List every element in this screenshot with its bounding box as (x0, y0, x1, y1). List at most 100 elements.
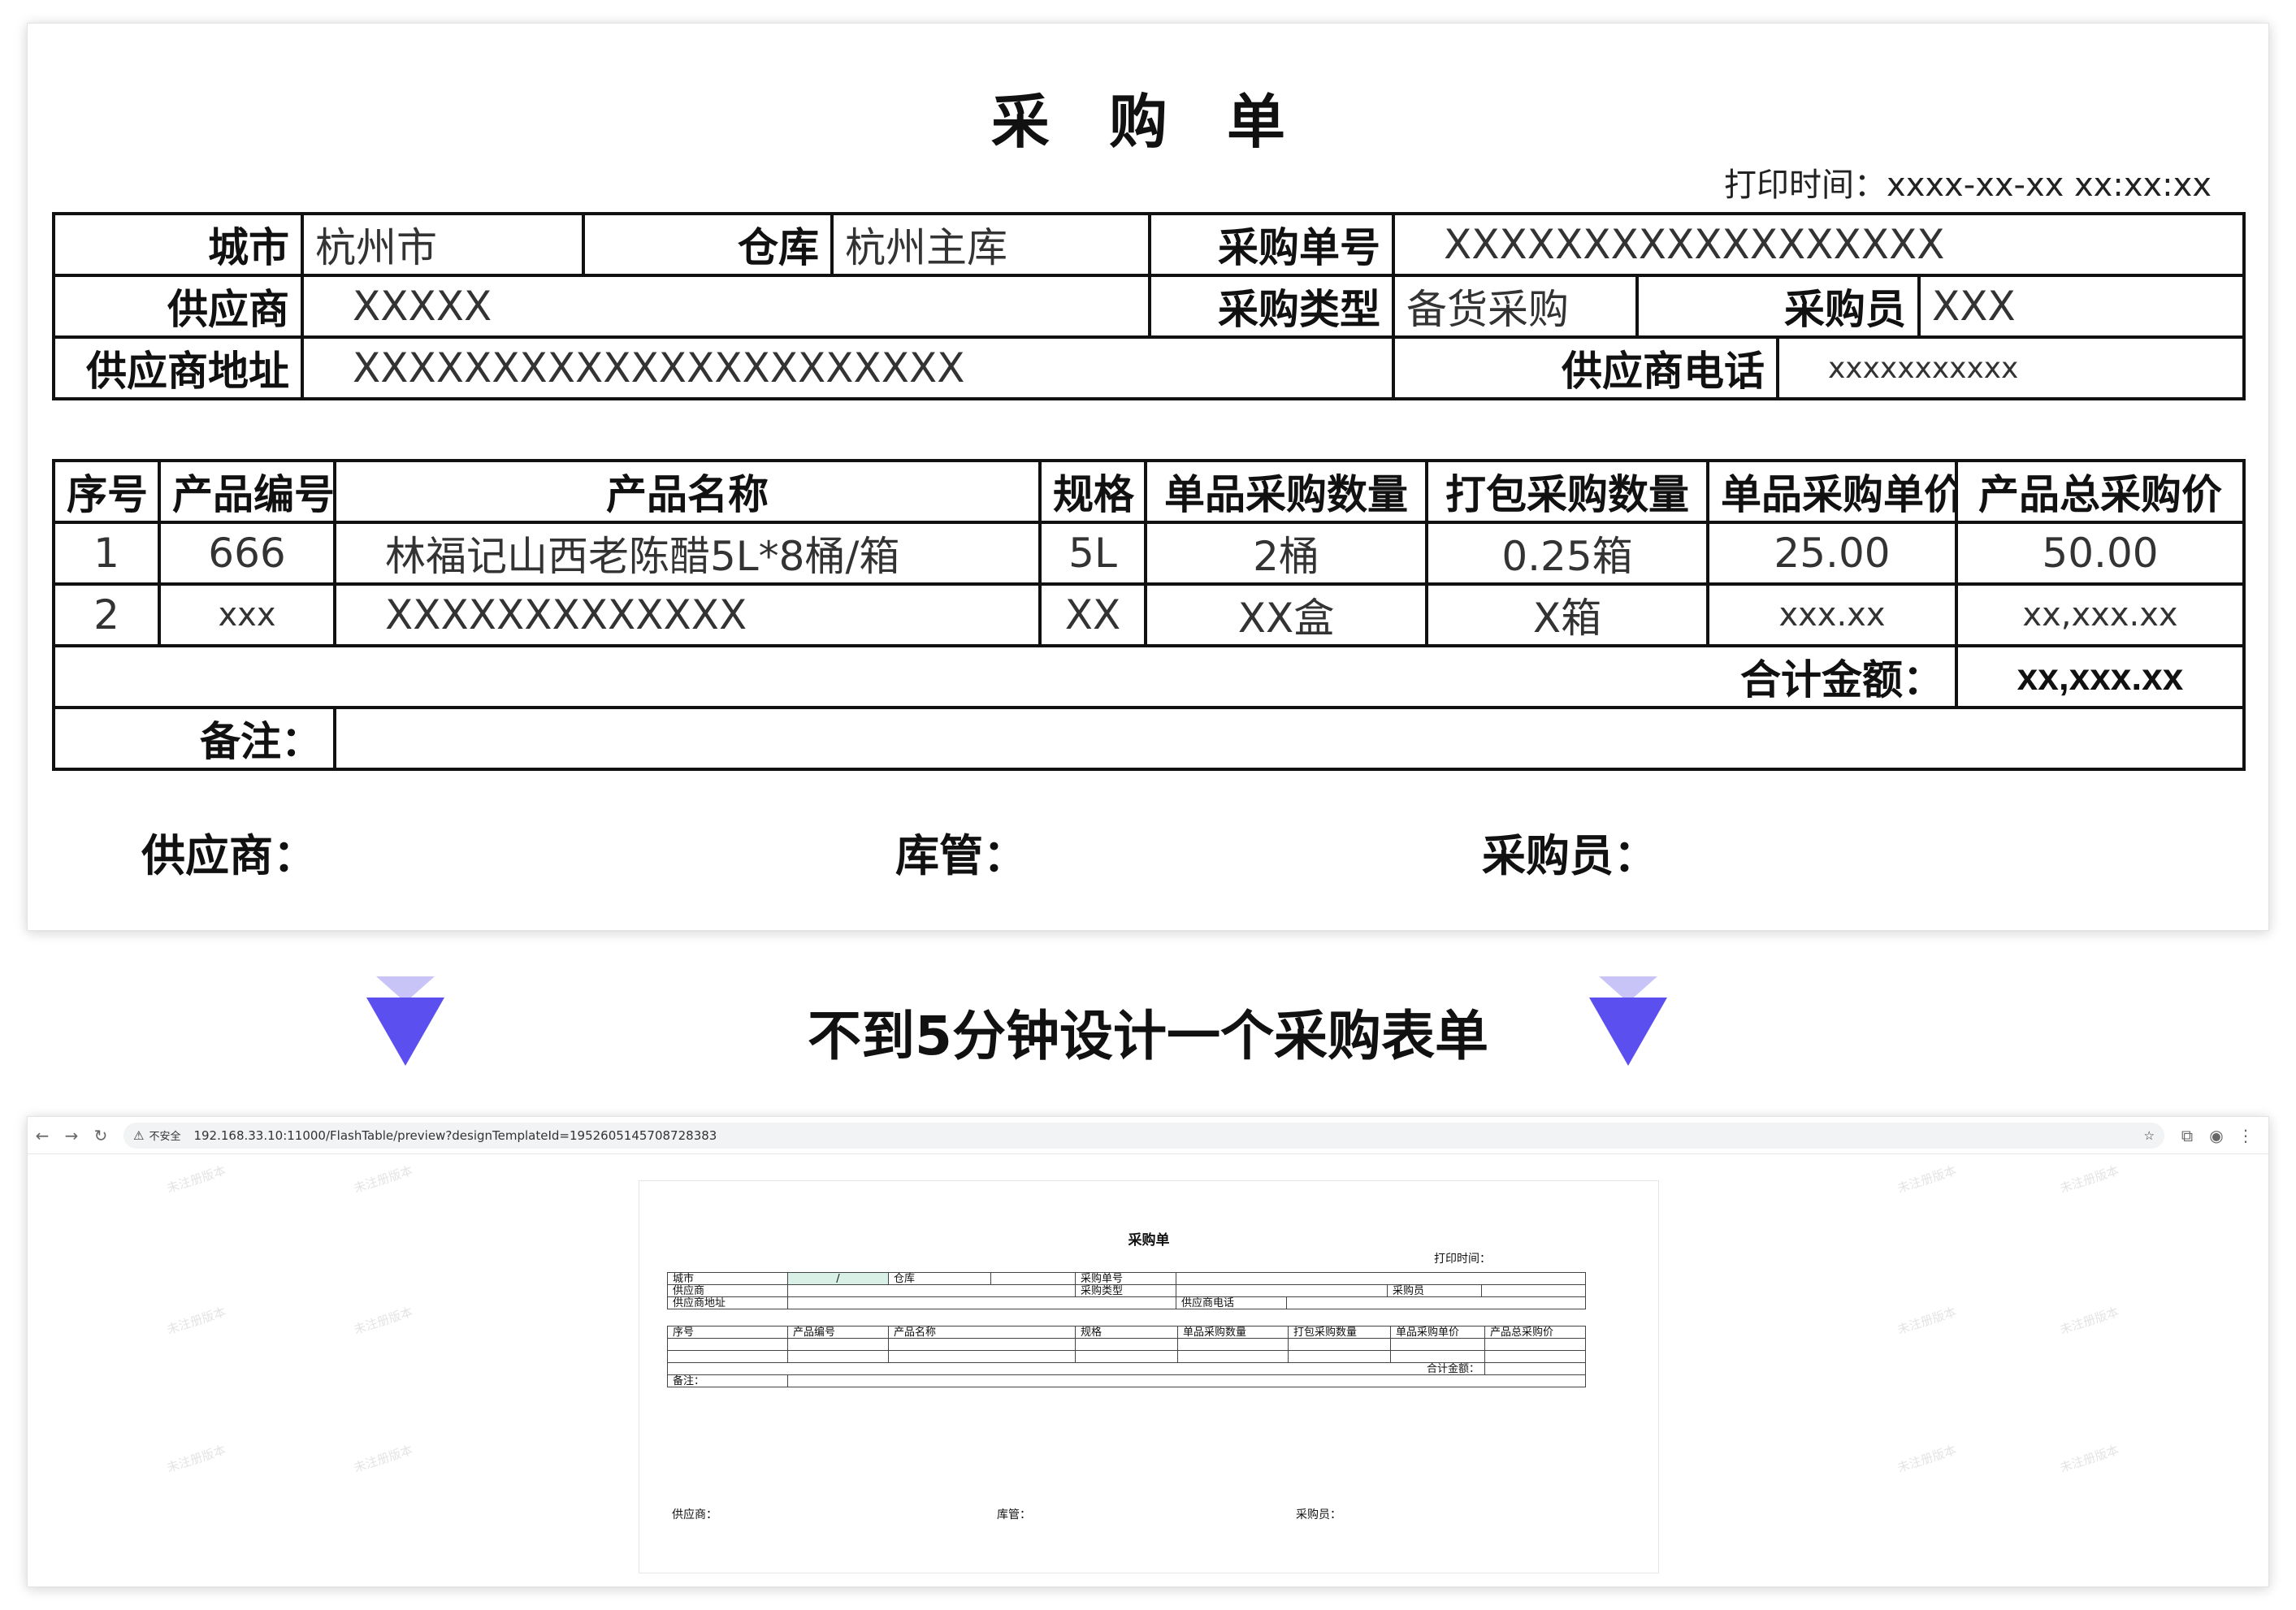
preview-title: 采购单 (1128, 1232, 1170, 1249)
row-cell: 1 (52, 521, 161, 586)
preview-cell[interactable] (990, 1272, 1076, 1285)
preview-sign-supplier: 供应商： (672, 1508, 717, 1521)
preview-col-header[interactable]: 产品名称 (888, 1326, 1076, 1339)
preview-cell[interactable] (787, 1374, 1586, 1387)
watermark: 未注册版本 (2058, 1442, 2121, 1476)
preview-cell[interactable] (787, 1296, 1176, 1309)
total-value: xx,xxx.xx (1955, 644, 2246, 709)
row-cell: 林福记山西老陈醋5L*8桶/箱 (333, 521, 1042, 586)
row-cell: X箱 (1425, 582, 1709, 647)
url-text[interactable]: 192.168.33.10:11000/FlashTable/preview?d… (193, 1128, 717, 1143)
preview-cell[interactable]: 采购员 (1387, 1284, 1482, 1297)
total-label: 合计金额： (52, 644, 1958, 709)
supplier-phone-value: xxxxxxxxxxx (1775, 335, 2246, 400)
preview-cell[interactable]: 供应商电话 (1176, 1296, 1287, 1309)
sign-buyer: 采购员： (1482, 830, 1657, 881)
purchase-order-form: 采 购 单 打印时间：xxxx-xx-xx xx:xx:xx 城市 杭州市 仓库… (27, 23, 2269, 931)
warehouse-label: 仓库 (582, 212, 834, 277)
preview-print-time: 打印时间： (1434, 1253, 1491, 1266)
row-cell: 2桶 (1144, 521, 1428, 586)
preview-col-header[interactable]: 打包采购数量 (1288, 1326, 1391, 1339)
preview-col-header[interactable]: 单品采购数量 (1177, 1326, 1289, 1339)
extensions-icon[interactable]: ⧉ (2173, 1126, 2202, 1145)
print-time: 打印时间：xxxx-xx-xx xx:xx:xx (1724, 167, 2212, 204)
preview-total-label[interactable]: 合计金额： (667, 1362, 1485, 1375)
preview-sheet: 采购单 打印时间： 城市 / 仓库 采购单号 供应商 采购类型 采购员 供应商地… (639, 1180, 1659, 1573)
preview-cell[interactable] (1176, 1272, 1586, 1285)
preview-cell[interactable]: 城市 (667, 1272, 788, 1285)
watermark: 未注册版本 (352, 1442, 415, 1476)
purchase-type-label: 采购类型 (1148, 274, 1395, 339)
row-cell: 25.00 (1706, 521, 1958, 586)
preview-col-header[interactable]: 规格 (1075, 1326, 1178, 1339)
row-cell: xxx.xx (1706, 582, 1958, 647)
header-table: 城市 杭州市 仓库 杭州主库 采购单号 XXXXXXXXXXXXXXXXXX 供… (52, 212, 2246, 400)
supplier-value: XXXXX (301, 274, 1151, 339)
warning-icon: ⚠ (133, 1127, 145, 1143)
back-icon[interactable]: ← (28, 1126, 57, 1145)
watermark: 未注册版本 (165, 1304, 228, 1338)
preview-remark-label[interactable]: 备注： (667, 1374, 788, 1387)
row-cell: 666 (158, 521, 336, 586)
watermark: 未注册版本 (2058, 1162, 2121, 1197)
sign-supplier: 供应商： (141, 830, 317, 881)
watermark: 未注册版本 (165, 1442, 228, 1476)
table-row: 2 xxx XXXXXXXXXXXXX XX XX盒 X箱 xxx.xx xx,… (52, 582, 2246, 647)
city-label: 城市 (52, 212, 304, 277)
preview-cell[interactable]: 供应商地址 (667, 1296, 788, 1309)
table-row: 1 666 林福记山西老陈醋5L*8桶/箱 5L 2桶 0.25箱 25.00 … (52, 521, 2246, 586)
row-cell: 0.25箱 (1425, 521, 1709, 586)
down-arrow-dark-icon (1589, 998, 1667, 1066)
row-cell: 50.00 (1955, 521, 2246, 586)
col-header: 产品编号 (158, 459, 336, 524)
preview-cell[interactable]: 采购单号 (1075, 1272, 1176, 1285)
preview-col-header[interactable]: 序号 (667, 1326, 788, 1339)
menu-icon[interactable]: ⋮ (2231, 1126, 2260, 1145)
preview-cell[interactable] (1484, 1362, 1586, 1375)
row-cell: XX (1038, 582, 1147, 647)
preview-cell[interactable]: 供应商 (667, 1284, 788, 1297)
row-cell: xxx (158, 582, 336, 647)
items-header-row: 序号 产品编号 产品名称 规格 单品采购数量 打包采购数量 单品采购单价 产品总… (52, 459, 2246, 524)
reload-icon[interactable]: ↻ (86, 1126, 115, 1145)
preview-cell[interactable] (787, 1284, 1076, 1297)
row-cell: XXXXXXXXXXXXX (333, 582, 1042, 647)
preview-cell[interactable]: 仓库 (888, 1272, 991, 1285)
forward-icon[interactable]: → (57, 1126, 86, 1145)
purchase-type-value: 备货采购 (1392, 274, 1639, 339)
preview-cell[interactable] (1481, 1284, 1586, 1297)
preview-col-header[interactable]: 产品编号 (787, 1326, 889, 1339)
order-no-value: XXXXXXXXXXXXXXXXXX (1391, 212, 2246, 277)
row-cell: 5L (1038, 521, 1147, 586)
total-row: 合计金额： xx,xxx.xx (52, 644, 2246, 709)
items-table: 序号 产品编号 产品名称 规格 单品采购数量 打包采购数量 单品采购单价 产品总… (52, 459, 2246, 771)
watermark: 未注册版本 (2058, 1304, 2121, 1338)
col-header: 打包采购数量 (1425, 459, 1709, 524)
col-header: 单品采购数量 (1144, 459, 1428, 524)
remark-value (333, 706, 2246, 771)
preview-cell[interactable] (1286, 1296, 1586, 1309)
preview-col-header[interactable]: 产品总采购价 (1484, 1326, 1586, 1339)
table-row (667, 1350, 1586, 1363)
address-bar[interactable]: ⚠ 不安全 192.168.33.10:11000/FlashTable/pre… (123, 1122, 2164, 1149)
row-cell: xx,xxx.xx (1955, 582, 2246, 647)
preview-col-header[interactable]: 单品采购单价 (1390, 1326, 1485, 1339)
supplier-phone-label: 供应商电话 (1392, 335, 1779, 400)
table-row (667, 1338, 1586, 1351)
down-arrow-icon (1589, 976, 1667, 1066)
col-header: 产品总采购价 (1955, 459, 2246, 524)
profile-icon[interactable]: ◉ (2202, 1126, 2231, 1145)
insecure-label: 不安全 (149, 1131, 181, 1143)
form-title: 采 购 单 (990, 88, 1306, 156)
remark-label: 备注： (52, 706, 336, 771)
preview-selected-cell[interactable]: / (787, 1272, 889, 1285)
preview-sign-buyer: 采购员： (1296, 1508, 1341, 1521)
supplier-address-label: 供应商地址 (52, 335, 304, 400)
star-icon[interactable]: ☆ (2144, 1128, 2155, 1143)
watermark: 未注册版本 (352, 1304, 415, 1338)
buyer-value: XXX (1917, 274, 2246, 339)
preview-cell[interactable]: 采购类型 (1075, 1284, 1176, 1297)
buyer-label: 采购员 (1635, 274, 1921, 339)
preview-cell[interactable] (1176, 1284, 1388, 1297)
col-header: 单品采购单价 (1706, 459, 1958, 524)
